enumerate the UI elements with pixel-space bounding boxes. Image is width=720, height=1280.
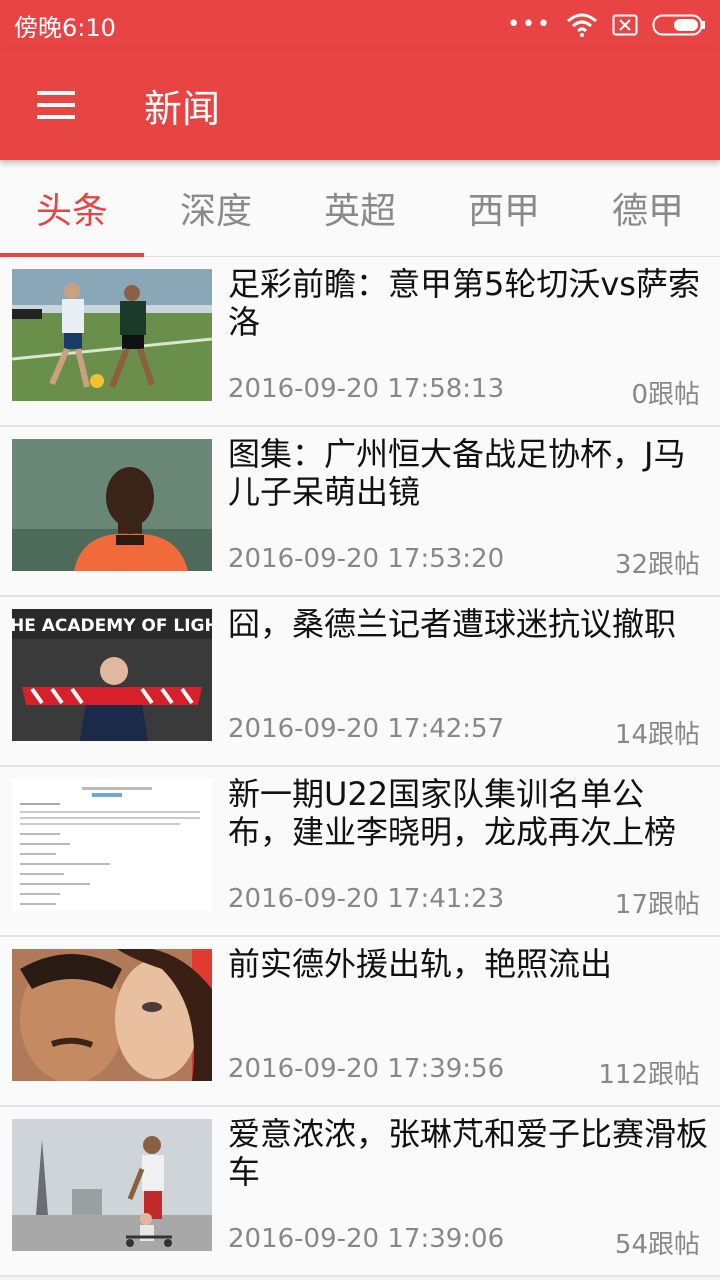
app-bar: 新闻 xyxy=(0,50,720,160)
news-item[interactable]: HE ACADEMY OF LIGHT 囧，桑德兰记者遭球迷抗议撤职 2016-… xyxy=(0,597,720,767)
news-body: 爱意浓浓，张琳芃和爱子比赛滑板车 2016-09-20 17:39:06 54跟… xyxy=(228,1115,708,1265)
page-title: 新闻 xyxy=(144,86,221,131)
news-body: 图集：广州恒大备战足协杯，J马儿子呆萌出镜 2016-09-20 17:53:2… xyxy=(228,435,708,585)
news-item[interactable]: 前实德外援出轨，艳照流出 2016-09-20 17:39:56 112跟帖 xyxy=(0,937,720,1107)
tab-bar: 头条 深度 英超 西甲 德甲 xyxy=(0,160,720,257)
news-item[interactable]: 足彩前瞻：意甲第5轮切沃vs萨索洛 2016-09-20 17:58:13 0跟… xyxy=(0,257,720,427)
news-comment-count: 14跟帖 xyxy=(614,720,700,750)
status-bar: 傍晚6:10 ••• xyxy=(0,0,720,50)
news-comment-count: 112跟帖 xyxy=(598,1060,700,1090)
news-title: 新一期U22国家队集训名单公布，建业李晓明，龙成再次上榜 xyxy=(228,775,677,851)
news-title: 足彩前瞻：意甲第5轮切沃vs萨索洛 xyxy=(228,265,700,341)
tab-la-liga[interactable]: 西甲 xyxy=(432,160,576,256)
news-item[interactable]: 图集：广州恒大备战足协杯，J马儿子呆萌出镜 2016-09-20 17:53:2… xyxy=(0,427,720,597)
news-title: 囧，桑德兰记者遭球迷抗议撤职 xyxy=(228,605,677,643)
news-list: 足彩前瞻：意甲第5轮切沃vs萨索洛 2016-09-20 17:58:13 0跟… xyxy=(0,257,720,1277)
news-body: 前实德外援出轨，艳照流出 2016-09-20 17:39:56 112跟帖 xyxy=(228,945,708,1095)
news-time: 2016-09-20 17:58:13 xyxy=(228,374,505,404)
tab-bundesliga[interactable]: 德甲 xyxy=(576,160,720,256)
status-icons: ••• xyxy=(507,13,706,37)
news-body: 新一期U22国家队集训名单公布，建业李晓明，龙成再次上榜 2016-09-20 … xyxy=(228,775,708,925)
news-meta: 2016-09-20 17:58:13 0跟帖 xyxy=(228,374,700,411)
news-meta: 2016-09-20 17:39:06 54跟帖 xyxy=(228,1224,700,1261)
news-meta: 2016-09-20 17:53:20 32跟帖 xyxy=(228,544,700,581)
tab-premier-league[interactable]: 英超 xyxy=(288,160,432,256)
news-item[interactable]: 新一期U22国家队集训名单公布，建业李晓明，龙成再次上榜 2016-09-20 … xyxy=(0,767,720,937)
news-meta: 2016-09-20 17:41:23 17跟帖 xyxy=(228,884,700,921)
hamburger-menu-icon[interactable] xyxy=(0,50,112,160)
battery-icon xyxy=(652,14,705,36)
news-title: 图集：广州恒大备战足协杯，J马儿子呆萌出镜 xyxy=(228,435,686,511)
news-title: 前实德外援出轨，艳照流出 xyxy=(228,945,613,983)
news-title: 爱意浓浓，张琳芃和爱子比赛滑板车 xyxy=(228,1115,709,1191)
news-meta: 2016-09-20 17:39:56 112跟帖 xyxy=(228,1054,700,1091)
status-time: 傍晚6:10 xyxy=(14,13,116,42)
news-comment-count: 17跟帖 xyxy=(614,890,700,920)
news-item[interactable]: 爱意浓浓，张琳芃和爱子比赛滑板车 2016-09-20 17:39:06 54跟… xyxy=(0,1107,720,1277)
news-body: 囧，桑德兰记者遭球迷抗议撤职 2016-09-20 17:42:57 14跟帖 xyxy=(228,605,708,755)
news-time: 2016-09-20 17:41:23 xyxy=(228,884,505,914)
news-thumbnail xyxy=(12,1119,212,1251)
news-thumbnail xyxy=(12,439,212,571)
news-time: 2016-09-20 17:39:56 xyxy=(228,1054,505,1084)
news-comment-count: 54跟帖 xyxy=(614,1230,700,1260)
news-body: 足彩前瞻：意甲第5轮切沃vs萨索洛 2016-09-20 17:58:13 0跟… xyxy=(228,265,708,415)
tab-depth[interactable]: 深度 xyxy=(144,160,288,256)
no-sim-icon xyxy=(612,14,638,36)
news-comment-count: 32跟帖 xyxy=(614,550,700,580)
news-thumbnail xyxy=(12,779,212,911)
wifi-icon xyxy=(567,13,597,37)
news-comment-count: 0跟帖 xyxy=(631,380,700,410)
tab-headlines[interactable]: 头条 xyxy=(0,160,144,256)
news-meta: 2016-09-20 17:42:57 14跟帖 xyxy=(228,714,700,751)
news-thumbnail: HE ACADEMY OF LIGHT xyxy=(12,609,212,741)
news-time: 2016-09-20 17:42:57 xyxy=(228,714,505,744)
news-time: 2016-09-20 17:53:20 xyxy=(228,544,505,574)
news-thumbnail xyxy=(12,949,212,1081)
news-time: 2016-09-20 17:39:06 xyxy=(228,1224,505,1254)
news-thumbnail xyxy=(12,269,212,401)
thumbnail-sign-text: HE ACADEMY OF LIGHT xyxy=(12,616,212,636)
more-dots-icon: ••• xyxy=(507,12,552,37)
